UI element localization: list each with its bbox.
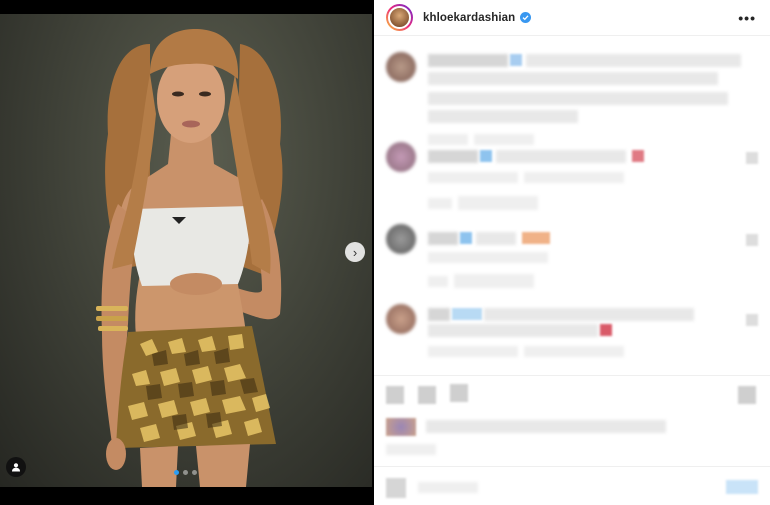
more-options-icon[interactable]: ••• [738,10,756,26]
redacted-emoji [510,54,522,66]
comments-list [374,36,770,378]
verified-badge-icon [520,12,532,23]
redacted-username [428,150,478,163]
section-divider [374,375,770,376]
redacted-emoji [480,150,492,162]
post-photo[interactable]: › [0,14,372,487]
comment-icon[interactable] [418,386,436,404]
comment-input[interactable] [418,482,478,493]
commenter-avatar[interactable] [386,224,416,254]
redacted-meta [524,346,624,357]
redacted-username [428,308,450,321]
redacted-replies[interactable] [458,196,538,210]
redacted-text [428,72,718,85]
redacted-meta [428,252,548,263]
carousel-indicator [174,470,197,475]
like-icon[interactable] [386,386,404,404]
redacted-text [428,54,508,67]
redacted-replies[interactable] [454,274,534,288]
avatar-image [388,6,411,29]
redacted-emoji [452,308,482,320]
post-comment-button[interactable] [726,480,758,494]
user-tag-icon [12,463,20,472]
redacted-meta [428,276,448,287]
author-username[interactable]: khloekardashian [423,12,515,24]
commenter-avatar[interactable] [386,142,416,172]
redacted-username [428,232,458,245]
emoji-icon[interactable] [386,478,406,498]
user-tag-button[interactable] [6,457,26,477]
redacted-emoji [460,232,472,244]
redacted-text [474,134,534,145]
redacted-meta [428,346,518,357]
redacted-text [428,110,578,123]
redacted-text [484,308,694,321]
section-divider [374,466,770,467]
carousel-dot [183,470,188,475]
redacted-text [428,324,598,337]
chevron-right-icon: › [352,244,358,260]
share-icon[interactable] [450,384,468,402]
like-comment-icon[interactable] [746,314,758,326]
redacted-text [428,92,728,105]
commenter-avatar[interactable] [386,52,416,82]
redacted-emoji [632,150,644,162]
carousel-dot-active [174,470,179,475]
redacted-emoji [522,232,550,244]
save-icon[interactable] [738,386,756,404]
author-avatar[interactable] [386,4,413,31]
post-viewer: › khloekardashian ••• [0,0,770,505]
like-comment-icon[interactable] [746,152,758,164]
redacted-text [476,232,516,245]
redacted-post-date [386,444,436,455]
photo-subject [96,29,283,487]
redacted-text [526,54,741,67]
redacted-meta [428,198,452,209]
redacted-likes-text [426,420,666,433]
redacted-emoji [600,324,612,336]
next-image-button[interactable]: › [345,242,365,262]
redacted-meta [524,172,624,183]
like-comment-icon[interactable] [746,234,758,246]
post-side-panel: khloekardashian ••• [374,0,770,505]
redacted-timestamp [428,134,468,145]
post-header: khloekardashian ••• [374,0,770,36]
liked-by-avatars[interactable] [386,418,416,436]
commenter-avatar[interactable] [386,304,416,334]
carousel-dot [192,470,197,475]
redacted-meta [428,172,518,183]
redacted-text [496,150,626,163]
